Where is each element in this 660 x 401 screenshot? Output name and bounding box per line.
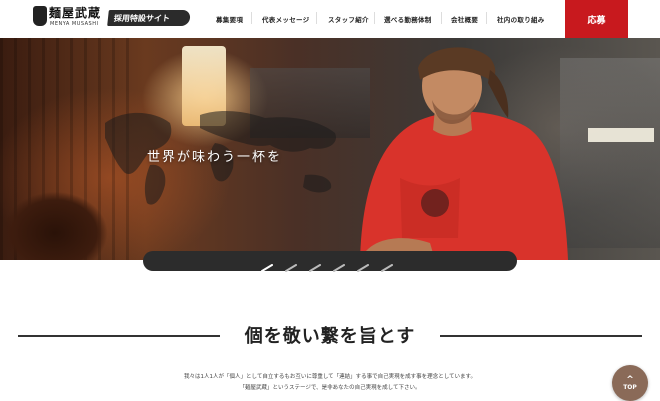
slide-indicator[interactable] bbox=[309, 257, 321, 272]
slide-indicator[interactable] bbox=[381, 257, 393, 272]
slider-control bbox=[143, 251, 517, 272]
samurai-logo-icon bbox=[33, 6, 47, 26]
philosophy-text-line-2: 「麺屋武蔵」というステージで、是非あなたの自己実現を成して下さい。 bbox=[239, 385, 421, 391]
nav-divider bbox=[316, 12, 317, 24]
kitchen-light bbox=[588, 128, 654, 142]
back-to-top-button[interactable]: ^ TOP bbox=[612, 365, 648, 401]
nav-item-ceo-message[interactable]: 代表メッセージ bbox=[262, 14, 309, 24]
nav-item-staff[interactable]: スタッフ紹介 bbox=[328, 14, 369, 24]
slide-indicator[interactable] bbox=[357, 257, 369, 272]
slide-indicator[interactable] bbox=[333, 257, 345, 272]
slide-indicator[interactable] bbox=[261, 257, 273, 272]
logo[interactable]: 麺屋武蔵 MENYA MUSASHI bbox=[33, 4, 103, 32]
heading-rule-right bbox=[440, 335, 642, 337]
nav-divider bbox=[251, 12, 252, 24]
philosophy-text-line-1: 我々は1人1人が「個人」として自立するもお互いに尊重して「連結」する事で自己実現… bbox=[184, 374, 476, 380]
nav-item-company[interactable]: 会社概要 bbox=[451, 14, 478, 24]
recruit-site-badge[interactable]: 採用特設サイト bbox=[107, 10, 191, 26]
nav-divider bbox=[374, 12, 375, 24]
apply-button[interactable]: 応募 bbox=[565, 0, 628, 38]
nav-divider bbox=[441, 12, 442, 24]
slide-indicator[interactable] bbox=[285, 257, 297, 272]
logo-title: 麺屋武蔵 bbox=[49, 6, 102, 20]
kitchen-equipment bbox=[560, 58, 660, 248]
site-header: 麺屋武蔵 MENYA MUSASHI 採用特設サイト 募集要項 代表メッセージ … bbox=[0, 0, 660, 39]
nav-item-work-styles[interactable]: 選べる勤務体制 bbox=[384, 14, 432, 24]
customer-silhouette bbox=[0, 178, 130, 260]
chevron-up-icon: ^ bbox=[626, 374, 634, 385]
logo-subtitle: MENYA MUSASHI bbox=[50, 21, 99, 27]
hero-tagline: 世界が味わう一杯を bbox=[147, 150, 283, 165]
hero-image: 世界が味わう一杯を bbox=[0, 38, 660, 260]
nav-divider bbox=[486, 12, 487, 24]
nav-item-recruitment[interactable]: 募集要項 bbox=[216, 14, 243, 24]
nav-item-initiatives[interactable]: 社内の取り組み bbox=[497, 14, 545, 24]
chef-figure bbox=[360, 47, 568, 260]
top-button-label: TOP bbox=[623, 383, 637, 391]
